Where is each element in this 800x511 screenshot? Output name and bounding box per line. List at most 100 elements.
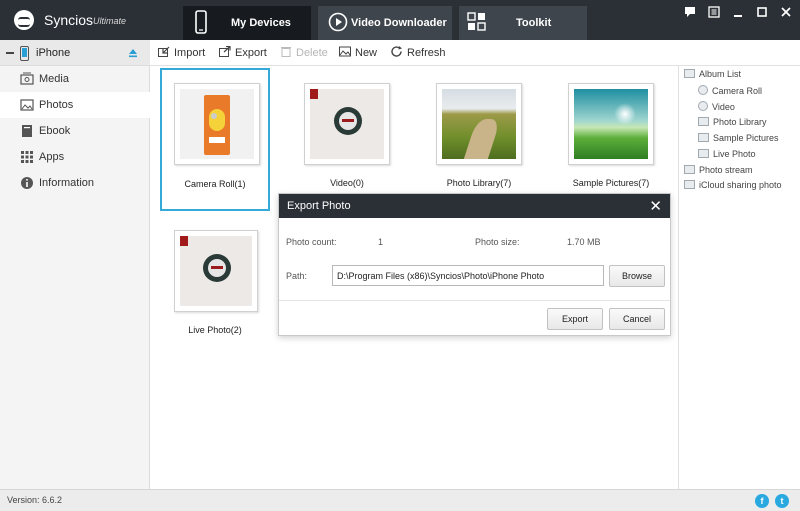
phone-icon <box>195 10 207 34</box>
app-edition: Ultimate <box>93 16 127 26</box>
delete-button[interactable]: Delete <box>280 46 328 59</box>
refresh-label: Refresh <box>407 47 446 59</box>
album-thumbnail <box>174 230 258 312</box>
trash-icon <box>281 47 291 57</box>
refresh-button[interactable]: Refresh <box>391 46 446 59</box>
album-label: Photo Library(7) <box>446 178 512 188</box>
dialog-title: Export Photo <box>287 200 351 212</box>
dialog-divider <box>279 300 670 301</box>
close-icon[interactable] <box>779 6 793 20</box>
album-list-header-label: Album List <box>699 69 742 79</box>
tab-my-devices[interactable]: My Devices <box>183 6 311 40</box>
sidebar-item-label: Information <box>39 177 95 189</box>
photo-size-label: Photo size: <box>475 237 520 247</box>
dialog-header: Export Photo ✕ <box>279 194 670 218</box>
photos-icon <box>20 99 34 111</box>
album-list-item-label: Camera Roll <box>712 86 763 96</box>
album-tile-photo-library[interactable]: Photo Library(7) <box>424 70 534 211</box>
sidebar-item-apps[interactable]: Apps <box>0 144 150 170</box>
album-tile-live-photo[interactable]: Live Photo(2) <box>160 218 270 338</box>
badge-image <box>334 107 362 135</box>
import-icon <box>158 46 170 57</box>
album-icon <box>698 117 709 126</box>
album-tile-sample-pictures[interactable]: Sample Pictures(7) <box>556 70 666 211</box>
phone-case-image <box>204 95 230 155</box>
sidebar-item-ebook[interactable]: Ebook <box>0 118 150 144</box>
album-thumbnail <box>436 83 522 165</box>
album-list-item-label: Live Photo <box>713 149 756 159</box>
media-icon <box>20 72 34 85</box>
photo-size-value: 1.70 MB <box>567 237 601 247</box>
collapse-icon[interactable] <box>6 52 14 54</box>
album-list-item-label: Sample Pictures <box>713 133 779 143</box>
album-list-item-camera-roll[interactable]: Camera Roll <box>698 85 762 96</box>
minimize-icon[interactable] <box>731 6 745 20</box>
path-input[interactable] <box>332 265 604 286</box>
album-label: Sample Pictures(7) <box>572 178 650 188</box>
album-thumbnail <box>568 83 654 165</box>
tab-video-downloader[interactable]: Video Downloader <box>318 6 452 40</box>
export-button[interactable]: Export <box>219 46 267 59</box>
title-bar: Syncios Ultimate My Devices Video Downlo… <box>0 0 800 40</box>
road-landscape-image <box>442 89 516 159</box>
delete-label: Delete <box>296 47 328 59</box>
active-pointer <box>145 99 151 111</box>
album-list-header[interactable]: Album List <box>684 69 741 79</box>
dialog-close-icon[interactable]: ✕ <box>649 197 662 215</box>
sidebar-item-information[interactable]: Information <box>0 170 150 196</box>
path-label: Path: <box>286 271 308 281</box>
sidebar-item-photos[interactable]: Photos <box>0 92 151 118</box>
album-list-item-video[interactable]: Video <box>698 101 735 112</box>
album-label: Video(0) <box>330 178 364 188</box>
sidebar-item-label: Ebook <box>39 125 71 137</box>
import-button[interactable]: Import <box>158 46 205 59</box>
info-icon <box>21 177 33 189</box>
toolbar: Import Export Delete New Refresh <box>150 40 800 66</box>
album-list-item-label: Photo Library <box>713 117 767 127</box>
album-list-item-photo-stream[interactable]: Photo stream <box>684 165 753 175</box>
album-list-item-sample-pictures[interactable]: Sample Pictures <box>698 133 779 143</box>
device-header[interactable]: iPhone <box>0 40 150 66</box>
export-label: Export <box>235 47 267 59</box>
import-label: Import <box>174 47 206 59</box>
eject-icon[interactable] <box>128 48 138 58</box>
album-tile-video[interactable]: Video(0) <box>292 70 402 211</box>
album-thumbnail <box>304 83 390 165</box>
sidebar-item-label: Photos <box>39 99 74 111</box>
export-confirm-button[interactable]: Export <box>547 308 603 330</box>
version-text: Version: 6.6.2 <box>7 495 63 505</box>
status-bar: Version: 6.6.2 f t <box>0 489 800 511</box>
browse-button[interactable]: Browse <box>609 265 665 287</box>
app-name: Syncios <box>44 12 94 28</box>
album-list-item-label: iCloud sharing photo <box>699 180 782 190</box>
chat-icon[interactable] <box>683 6 697 20</box>
album-label: Camera Roll(1) <box>184 179 246 189</box>
play-circle-icon <box>328 12 348 32</box>
album-list-item-label: Photo stream <box>699 165 753 175</box>
cancel-button[interactable]: Cancel <box>609 308 665 330</box>
badge-image <box>203 254 231 282</box>
tab-toolkit[interactable]: Toolkit <box>459 6 587 40</box>
new-button[interactable]: New <box>339 46 377 59</box>
book-icon <box>22 125 32 137</box>
export-photo-dialog: Export Photo ✕ Photo count: 1 Photo size… <box>278 193 671 336</box>
menu-icon[interactable] <box>707 6 721 20</box>
new-album-icon <box>339 46 351 57</box>
sidebar-item-media[interactable]: Media <box>0 66 150 92</box>
album-list-item-photo-library[interactable]: Photo Library <box>698 117 767 127</box>
export-icon <box>219 46 231 57</box>
album-icon <box>698 149 709 158</box>
album-list-item-icloud-sharing[interactable]: iCloud sharing photo <box>684 180 782 190</box>
album-tile-camera-roll[interactable]: Camera Roll(1) <box>160 68 270 211</box>
grid-icon <box>467 12 486 31</box>
device-name: iPhone <box>36 47 71 59</box>
album-list-item-label: Video <box>712 102 735 112</box>
camera-icon <box>698 85 708 95</box>
album-list-item-live-photo[interactable]: Live Photo <box>698 149 756 159</box>
album-thumbnail <box>174 83 260 165</box>
album-icon <box>684 69 695 78</box>
maximize-icon[interactable] <box>755 6 769 20</box>
twitter-icon[interactable]: t <box>775 494 789 508</box>
apps-grid-icon <box>21 151 33 163</box>
facebook-icon[interactable]: f <box>755 494 769 508</box>
